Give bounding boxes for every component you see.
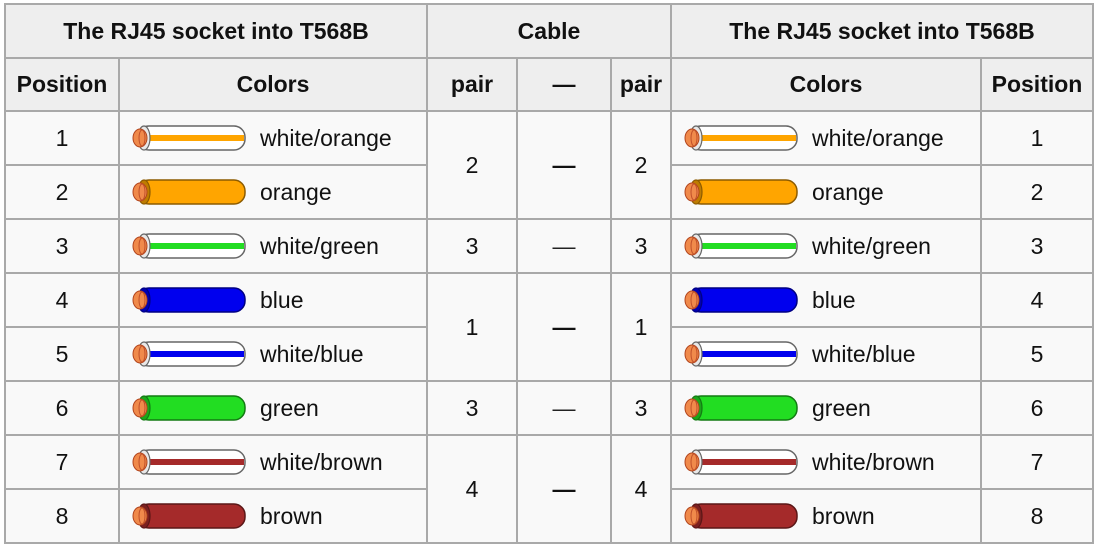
position-right: 2 <box>980 164 1094 220</box>
pair-dash: — <box>516 272 612 382</box>
wire-color-label: blue <box>812 286 856 313</box>
position-right: 1 <box>980 110 1094 166</box>
pair-dash: — <box>516 434 612 544</box>
pair-right-header: pair <box>610 57 672 112</box>
wire-stripe <box>144 135 244 141</box>
position-right: 3 <box>980 218 1094 274</box>
wire-icon <box>684 287 798 313</box>
wire-icon <box>684 125 798 151</box>
dash-header: — <box>516 57 612 112</box>
wire-stripe <box>144 351 244 357</box>
wire-color-label: brown <box>812 502 875 529</box>
wire-icon <box>132 125 246 151</box>
group-header-row: The RJ45 socket into T568B Cable The RJ4… <box>4 3 1094 59</box>
table-row: 6 green 3 — 3 green 6 <box>4 380 1094 436</box>
position-right: 4 <box>980 272 1094 328</box>
wire-icon <box>132 287 246 313</box>
wire-color-label: blue <box>260 286 304 313</box>
position-left: 1 <box>4 110 120 166</box>
table-row: 7 white/brown 4 — 4 white/brown 7 <box>4 434 1094 544</box>
position-left: 8 <box>4 488 120 544</box>
wire-stripe <box>696 135 796 141</box>
wire-icon <box>684 395 798 421</box>
wire-color-label: white/orange <box>812 124 944 151</box>
wire-color-label: green <box>812 394 871 421</box>
wire-color-label: white/brown <box>812 448 935 475</box>
table-row: 4 blue 1 — 1 blue 4 <box>4 272 1094 382</box>
wire-icon <box>132 449 246 475</box>
pair-right: 2 <box>610 110 672 220</box>
wire-color-label: white/blue <box>260 340 364 367</box>
position-left: 4 <box>4 272 120 328</box>
wire-stripe <box>144 243 244 249</box>
wire-icon <box>684 179 798 205</box>
wire-icon <box>132 395 246 421</box>
right-socket-header: The RJ45 socket into T568B <box>670 3 1094 59</box>
wire-stripe <box>144 459 244 465</box>
wire-insulation <box>689 503 798 529</box>
position-left: 5 <box>4 326 120 382</box>
wire-color-label: white/green <box>260 232 379 259</box>
wire-stripe <box>696 351 796 357</box>
colors-left-header: Colors <box>118 57 428 112</box>
wire-icon <box>684 449 798 475</box>
cable-header: Cable <box>426 3 672 59</box>
pair-left: 3 <box>426 380 518 436</box>
wire-insulation <box>137 179 246 205</box>
wire-insulation <box>689 179 798 205</box>
pair-left: 1 <box>426 272 518 382</box>
table-row: 3 white/green 3 — 3 white/green 3 <box>4 218 1094 274</box>
wire-insulation <box>689 395 798 421</box>
wire-insulation <box>137 395 246 421</box>
wire-icon <box>132 179 246 205</box>
pair-dash: — <box>516 380 612 436</box>
wire-color-label: white/orange <box>260 124 392 151</box>
wire-color-label: white/brown <box>260 448 383 475</box>
position-right: 6 <box>980 380 1094 436</box>
wire-color-label: orange <box>812 178 884 205</box>
wire-insulation <box>137 287 246 313</box>
wire-icon <box>684 233 798 259</box>
column-header-row: Position Colors pair — pair Colors Posit… <box>4 57 1094 112</box>
left-socket-header: The RJ45 socket into T568B <box>4 3 428 59</box>
wire-icon <box>684 341 798 367</box>
position-right: 5 <box>980 326 1094 382</box>
wire-stripe <box>696 459 796 465</box>
pair-dash: — <box>516 110 612 220</box>
wire-stripe <box>696 243 796 249</box>
pair-left: 4 <box>426 434 518 544</box>
pair-right: 4 <box>610 434 672 544</box>
wire-color-label: brown <box>260 502 323 529</box>
wire-icon <box>684 503 798 529</box>
position-left: 7 <box>4 434 120 490</box>
pair-right: 3 <box>610 218 672 274</box>
pair-left: 2 <box>426 110 518 220</box>
pair-left: 3 <box>426 218 518 274</box>
position-left: 6 <box>4 380 120 436</box>
position-right: 8 <box>980 488 1094 544</box>
wire-icon <box>132 503 246 529</box>
position-right-header: Position <box>980 57 1094 112</box>
pair-dash: — <box>516 218 612 274</box>
wire-color-label: white/green <box>812 232 931 259</box>
position-left-header: Position <box>4 57 120 112</box>
position-left: 2 <box>4 164 120 220</box>
pair-left-header: pair <box>426 57 518 112</box>
colors-right-header: Colors <box>670 57 982 112</box>
wire-icon <box>132 233 246 259</box>
table-row: 1 white/orange 2 — 2 white/orange 1 <box>4 110 1094 220</box>
wire-color-label: orange <box>260 178 332 205</box>
wire-insulation <box>689 287 798 313</box>
wire-insulation <box>137 503 246 529</box>
pair-right: 1 <box>610 272 672 382</box>
pair-right: 3 <box>610 380 672 436</box>
wire-icon <box>132 341 246 367</box>
t568b-wiring-table: The RJ45 socket into T568B Cable The RJ4… <box>4 3 1094 544</box>
position-left: 3 <box>4 218 120 274</box>
wire-color-label: green <box>260 394 319 421</box>
position-right: 7 <box>980 434 1094 490</box>
wire-color-label: white/blue <box>812 340 916 367</box>
